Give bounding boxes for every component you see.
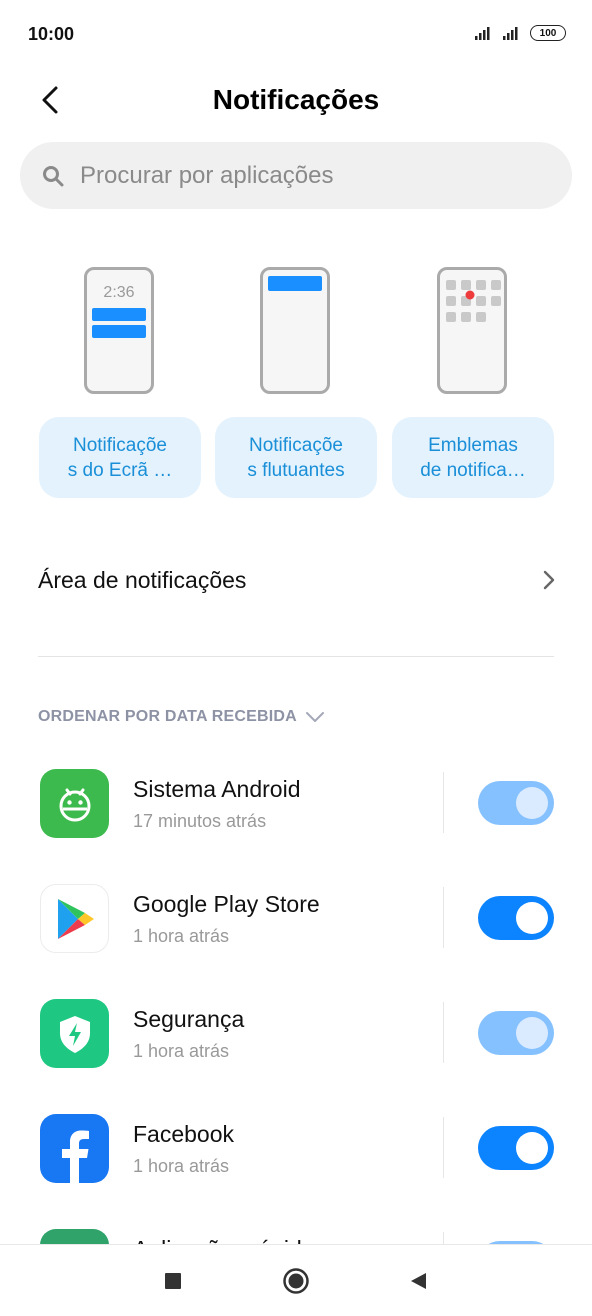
notification-toggle[interactable] (478, 1126, 554, 1170)
phone-preview-badges (437, 267, 507, 394)
search-input[interactable] (80, 161, 520, 190)
battery-icon: 100 (530, 25, 566, 41)
app-name: Sistema Android (133, 776, 301, 802)
style-label-line1: Emblemas (428, 434, 518, 456)
status-time: 10:00 (28, 24, 75, 44)
triangle-back-icon (411, 1273, 426, 1289)
preview-bar (92, 308, 146, 321)
notification-toggle[interactable] (478, 896, 554, 940)
toggle-knob (516, 1017, 548, 1049)
row-separator (443, 1117, 444, 1178)
android-icon (40, 769, 109, 838)
app-name: Facebook (133, 1121, 235, 1147)
sort-label: ORDENAR POR DATA RECEBIDA (38, 708, 297, 725)
chevron-down-icon (305, 712, 324, 722)
app-row-facebook[interactable]: Facebook 1 hora atrás (0, 1100, 592, 1215)
toggle-knob (516, 902, 548, 934)
style-label-line2: s do Ecrã … (67, 459, 173, 481)
lock-screen-notifications-card[interactable]: 2:36 Notificaçõe s do Ecrã … (39, 265, 201, 500)
style-label-line2: de notifica… (420, 459, 526, 481)
floating-notifications-button[interactable]: Notificaçõe s flutuantes (215, 417, 377, 498)
lock-screen-notifications-button[interactable]: Notificaçõe s do Ecrã … (39, 417, 201, 498)
preview-bar (268, 276, 322, 291)
app-row-seguranca[interactable]: Segurança 1 hora atrás (0, 985, 592, 1100)
toggle-knob (516, 787, 548, 819)
style-label-line1: Notificaçõe (72, 434, 167, 456)
header: Notificações (0, 70, 592, 130)
app-grid-icon (446, 280, 501, 322)
status-bar: 10:00 100 (0, 0, 592, 70)
row-separator (443, 1002, 444, 1063)
app-timestamp: 1 hora atrás (133, 1041, 230, 1061)
signal-icon (503, 27, 518, 40)
play-store-icon (40, 884, 109, 953)
app-timestamp: 17 minutos atrás (133, 811, 267, 831)
notification-style-cards: 2:36 Notificaçõe s do Ecrã … Notificaçõe… (0, 265, 592, 505)
app-timestamp: 1 hora atrás (133, 926, 230, 946)
phone-preview-lockscreen: 2:36 (84, 267, 154, 394)
app-row-sistema-android[interactable]: Sistema Android 17 minutos atrás (0, 755, 592, 870)
style-label-line2: s flutuantes (247, 459, 345, 481)
sort-dropdown[interactable]: ORDENAR POR DATA RECEBIDA (38, 708, 325, 726)
preview-time: 2:36 (103, 284, 135, 301)
app-row-google-play-store[interactable]: Google Play Store 1 hora atrás (0, 870, 592, 985)
phone-preview-floating (260, 267, 330, 394)
floating-notifications-card[interactable]: Notificaçõe s flutuantes (215, 265, 377, 500)
app-name: Google Play Store (133, 891, 320, 917)
row-separator (443, 772, 444, 833)
home-button[interactable] (276, 1265, 316, 1297)
page-title: Notificações (212, 84, 380, 115)
system-nav-bar (0, 1244, 592, 1316)
divider (38, 656, 554, 657)
notification-toggle[interactable] (478, 1011, 554, 1055)
style-label-line1: Notificaçõe (248, 434, 343, 456)
square-icon (165, 1273, 181, 1289)
recent-apps-button[interactable] (153, 1265, 193, 1297)
home-circle-icon (283, 1268, 309, 1294)
notification-badges-card[interactable]: Emblemas de notifica… (392, 265, 554, 500)
row-separator (443, 887, 444, 948)
search-bar[interactable] (20, 142, 572, 209)
signal-icon (475, 27, 490, 40)
preview-bar (92, 325, 146, 338)
app-name: Segurança (133, 1006, 245, 1032)
notification-area-label: Área de notificações (38, 566, 247, 593)
notification-toggle[interactable] (478, 781, 554, 825)
security-shield-icon (40, 999, 109, 1068)
notification-badges-button[interactable]: Emblemas de notifica… (392, 417, 554, 498)
search-icon (43, 165, 64, 186)
facebook-icon (40, 1114, 109, 1183)
chevron-right-icon (543, 570, 555, 590)
toggle-knob (516, 1132, 548, 1164)
notification-area-row[interactable]: Área de notificações (38, 550, 556, 610)
status-icons: 100 (474, 25, 566, 41)
app-timestamp: 1 hora atrás (133, 1156, 230, 1176)
back-nav-button[interactable] (398, 1265, 438, 1297)
